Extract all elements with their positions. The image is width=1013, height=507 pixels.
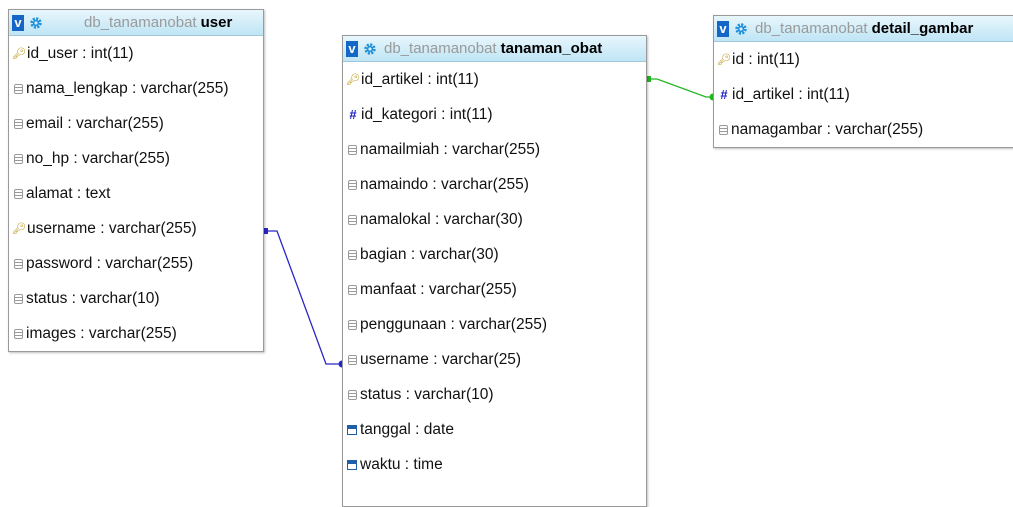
- column-icon: [348, 389, 357, 400]
- column-icon: [14, 188, 23, 199]
- column-row[interactable]: password : varchar(255): [9, 246, 263, 281]
- table-user[interactable]: v db_tanamanobat user 🔑︎ id_user : int(11…: [8, 9, 264, 352]
- column-icon: [348, 179, 357, 190]
- primary-key-icon: 🔑︎: [346, 74, 360, 86]
- column-row[interactable]: namailmiah : varchar(255): [343, 132, 646, 167]
- column-icon: [348, 214, 357, 225]
- primary-key-icon: 🔑︎: [717, 54, 731, 66]
- column-list: 🔑︎ id_artikel : int(11) # id_kategori : in…: [343, 62, 646, 482]
- column-label: alamat : text: [26, 184, 111, 202]
- column-icon: [14, 328, 23, 339]
- column-label: namalokal : varchar(30): [360, 210, 523, 228]
- column-label: id_user : int(11): [27, 44, 134, 62]
- column-icon: [348, 354, 357, 365]
- column-label: bagian : varchar(30): [360, 245, 499, 263]
- column-icon: [348, 319, 357, 330]
- column-icon: [14, 153, 23, 164]
- column-row[interactable]: 🔑︎ id_user : int(11): [9, 36, 263, 71]
- column-label: tanggal : date: [360, 420, 454, 438]
- column-icon: [14, 258, 23, 269]
- column-row[interactable]: namagambar : varchar(255): [714, 112, 1013, 147]
- column-row[interactable]: images : varchar(255): [9, 316, 263, 351]
- table-detail-gambar[interactable]: v db_tanamanobat detail_gambar 🔑︎ id : in…: [713, 15, 1013, 148]
- column-icon: [348, 144, 357, 155]
- column-label: penggunaan : varchar(255): [360, 315, 547, 333]
- table-user-header[interactable]: v db_tanamanobat user: [9, 10, 263, 36]
- column-row[interactable]: username : varchar(25): [343, 342, 646, 377]
- column-row[interactable]: namalokal : varchar(30): [343, 202, 646, 237]
- column-row[interactable]: penggunaan : varchar(255): [343, 307, 646, 342]
- column-label: no_hp : varchar(255): [26, 149, 170, 167]
- column-icon: [14, 118, 23, 129]
- column-row[interactable]: tanggal : date: [343, 412, 646, 447]
- column-icon: [14, 83, 23, 94]
- foreign-key-icon: #: [349, 107, 357, 122]
- column-label: id_artikel : int(11): [732, 85, 850, 103]
- column-label: email : varchar(255): [26, 114, 164, 132]
- table-tanaman-obat[interactable]: v db_tanamanobat tanaman_obat 🔑︎ id_artik…: [342, 35, 647, 507]
- column-row[interactable]: email : varchar(255): [9, 106, 263, 141]
- column-label: namailmiah : varchar(255): [360, 140, 541, 158]
- database-name: db_tanamanobat: [84, 14, 197, 31]
- column-row[interactable]: 🔑︎ id_artikel : int(11): [343, 62, 646, 97]
- column-row[interactable]: bagian : varchar(30): [343, 237, 646, 272]
- column-label: password : varchar(255): [26, 254, 194, 272]
- toggle-columns-button[interactable]: v: [346, 40, 358, 57]
- column-list: 🔑︎ id : int(11) # id_artikel : int(11) nam…: [714, 42, 1013, 147]
- column-label: status : varchar(10): [26, 289, 160, 307]
- relation-user-tanaman: [262, 228, 346, 368]
- column-row[interactable]: namaindo : varchar(255): [343, 167, 646, 202]
- column-list: 🔑︎ id_user : int(11) nama_lengkap : varch…: [9, 36, 263, 351]
- database-name: db_tanamanobat: [755, 20, 868, 37]
- gear-icon[interactable]: [29, 16, 43, 30]
- column-icon: [348, 284, 357, 295]
- relation-tanaman-detail: [645, 76, 717, 101]
- date-icon: [347, 459, 357, 470]
- table-detail-gambar-header[interactable]: v db_tanamanobat detail_gambar: [714, 16, 1013, 42]
- column-icon: [14, 293, 23, 304]
- column-row[interactable]: 🔑︎ id : int(11): [714, 42, 1013, 77]
- column-row[interactable]: nama_lengkap : varchar(255): [9, 71, 263, 106]
- column-label: id_artikel : int(11): [361, 70, 479, 88]
- toggle-columns-button[interactable]: v: [717, 20, 729, 37]
- column-label: username : varchar(255): [27, 219, 197, 237]
- column-label: waktu : time: [360, 455, 443, 473]
- gear-icon[interactable]: [363, 42, 377, 56]
- column-row[interactable]: alamat : text: [9, 176, 263, 211]
- column-row[interactable]: manfaat : varchar(255): [343, 272, 646, 307]
- column-row[interactable]: 🔑︎ username : varchar(255): [9, 211, 263, 246]
- column-row[interactable]: # id_artikel : int(11): [714, 77, 1013, 112]
- column-label: username : varchar(25): [360, 350, 522, 368]
- database-name: db_tanamanobat: [384, 40, 497, 57]
- table-name: user: [200, 14, 233, 31]
- column-label: manfaat : varchar(255): [360, 280, 517, 298]
- column-row[interactable]: waktu : time: [343, 447, 646, 482]
- column-label: status : varchar(10): [360, 385, 494, 403]
- table-name: detail_gambar: [871, 20, 974, 37]
- toggle-columns-button[interactable]: v: [12, 14, 24, 31]
- column-row[interactable]: # id_kategori : int(11): [343, 97, 646, 132]
- primary-key-icon: 🔑︎: [12, 48, 26, 60]
- column-row[interactable]: status : varchar(10): [343, 377, 646, 412]
- column-label: nama_lengkap : varchar(255): [26, 79, 229, 97]
- table-name: tanaman_obat: [500, 40, 603, 57]
- column-label: id : int(11): [732, 50, 800, 68]
- primary-key-icon: 🔑︎: [12, 223, 26, 235]
- foreign-key-icon: #: [720, 87, 728, 102]
- table-tanaman-obat-header[interactable]: v db_tanamanobat tanaman_obat: [343, 36, 646, 62]
- column-label: images : varchar(255): [26, 324, 177, 342]
- gear-icon[interactable]: [734, 22, 748, 36]
- column-row[interactable]: no_hp : varchar(255): [9, 141, 263, 176]
- column-label: namaindo : varchar(255): [360, 175, 529, 193]
- column-icon: [348, 249, 357, 260]
- column-icon: [719, 124, 728, 135]
- column-label: id_kategori : int(11): [361, 105, 493, 123]
- column-label: namagambar : varchar(255): [731, 120, 924, 138]
- date-icon: [347, 424, 357, 435]
- column-row[interactable]: status : varchar(10): [9, 281, 263, 316]
